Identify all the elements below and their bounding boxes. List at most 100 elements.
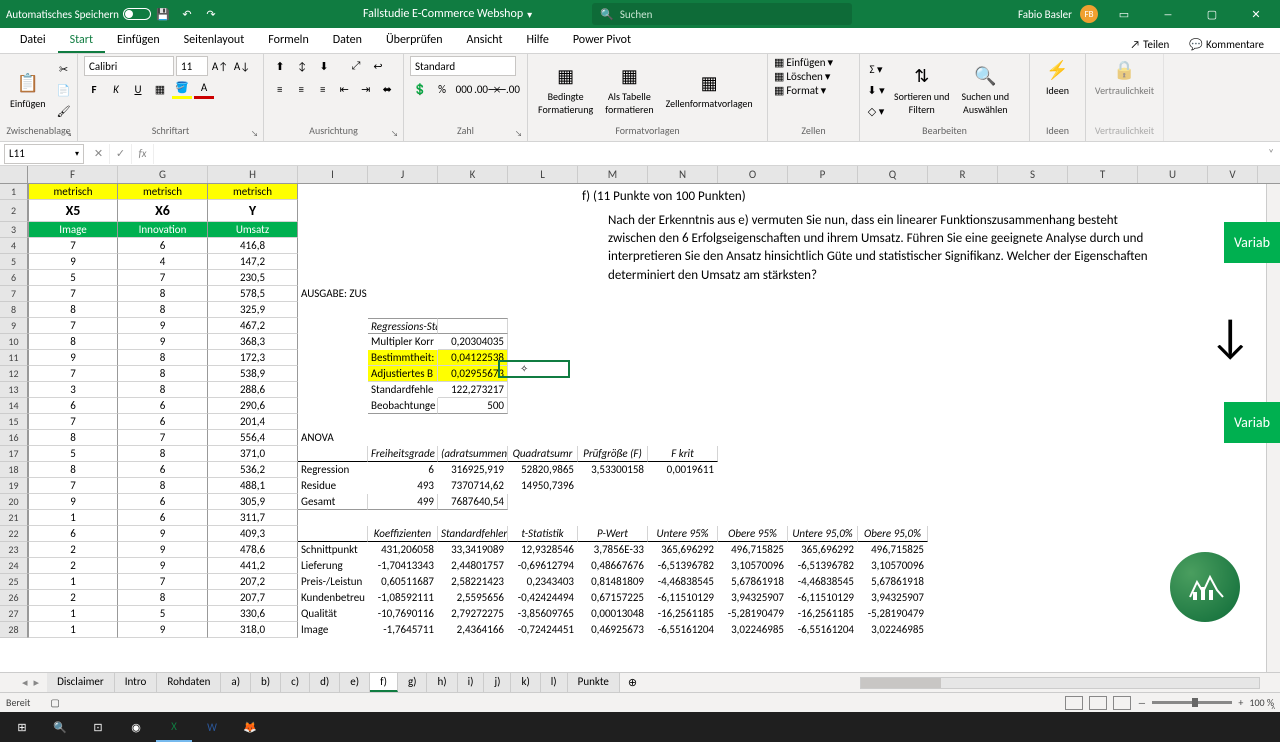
cell[interactable]: -1,70413343 <box>368 558 438 574</box>
cell[interactable]: Standardfehler <box>438 526 508 542</box>
cell[interactable] <box>718 446 788 462</box>
cell[interactable] <box>648 414 718 430</box>
cell[interactable] <box>998 334 1068 350</box>
cell[interactable]: 9 <box>118 526 208 542</box>
cell[interactable]: 2 <box>28 558 118 574</box>
cell[interactable]: Obere 95,0% <box>858 526 928 542</box>
cell[interactable] <box>648 350 718 366</box>
user-avatar[interactable]: FB <box>1080 5 1098 23</box>
cell[interactable] <box>1138 494 1208 510</box>
cell[interactable]: 12,9328546 <box>508 542 578 558</box>
cell[interactable] <box>578 350 648 366</box>
cell[interactable]: Untere 95% <box>648 526 718 542</box>
cell[interactable]: 493 <box>368 478 438 494</box>
cell[interactable]: 9 <box>118 558 208 574</box>
cell[interactable] <box>928 414 998 430</box>
cell[interactable]: 500 <box>438 398 508 414</box>
cell[interactable]: 8 <box>118 382 208 398</box>
cell[interactable]: AUSGABE: ZUSAMMENFASSUNG <box>298 286 368 302</box>
cell[interactable]: -0,69612794 <box>508 558 578 574</box>
cell[interactable] <box>788 302 858 318</box>
cell[interactable]: 0,46925673 <box>578 622 648 638</box>
cell[interactable] <box>718 286 788 302</box>
cell[interactable] <box>858 184 928 200</box>
cell[interactable] <box>928 398 998 414</box>
user-name[interactable]: Fabio Basler <box>1018 8 1072 21</box>
row-header[interactable]: 23 <box>0 542 28 558</box>
cell[interactable]: Obere 95% <box>718 526 788 542</box>
cell[interactable] <box>508 318 578 334</box>
cell[interactable] <box>508 414 578 430</box>
cell[interactable]: 6 <box>368 462 438 478</box>
cell[interactable] <box>1138 526 1208 542</box>
cell[interactable] <box>998 558 1068 574</box>
zoom-out-button[interactable]: ― <box>1137 696 1146 709</box>
cell[interactable]: 288,6 <box>208 382 298 398</box>
cell[interactable] <box>928 542 998 558</box>
cell[interactable]: -5,28190479 <box>718 606 788 622</box>
cell[interactable] <box>1068 622 1138 638</box>
name-box[interactable]: L11▾ <box>4 144 84 164</box>
italic-button[interactable]: K <box>106 79 126 99</box>
cell[interactable] <box>508 222 578 238</box>
cell[interactable] <box>928 366 998 382</box>
column-header[interactable]: F <box>28 166 118 183</box>
cell[interactable]: Standardfehle <box>368 382 438 398</box>
cell[interactable]: 7370714,62 <box>438 478 508 494</box>
cell[interactable]: 3,94325907 <box>858 590 928 606</box>
cell[interactable]: 147,2 <box>208 254 298 270</box>
cell[interactable] <box>578 382 648 398</box>
cell[interactable] <box>578 318 648 334</box>
cell[interactable] <box>1208 622 1258 638</box>
cell[interactable] <box>298 254 368 270</box>
cell[interactable] <box>1068 184 1138 200</box>
sheet-nav-first[interactable]: ◂ <box>20 676 30 689</box>
cell[interactable] <box>998 446 1068 462</box>
cell[interactable] <box>1068 334 1138 350</box>
ribbon-tab-ansicht[interactable]: Ansicht <box>455 29 515 53</box>
cell[interactable] <box>508 184 578 200</box>
column-header[interactable]: U <box>1138 166 1208 183</box>
cell[interactable] <box>998 414 1068 430</box>
cell[interactable] <box>508 302 578 318</box>
format-painter-icon[interactable]: 🖌 <box>54 101 74 121</box>
firefox-taskbar-icon[interactable]: 🦊 <box>232 712 268 742</box>
cell[interactable] <box>368 184 438 200</box>
cell[interactable] <box>1068 430 1138 446</box>
cell[interactable] <box>298 270 368 286</box>
cell[interactable]: 478,6 <box>208 542 298 558</box>
cell[interactable]: 6 <box>28 526 118 542</box>
cell[interactable] <box>718 414 788 430</box>
enter-formula-icon[interactable]: ✓ <box>110 144 132 164</box>
cell[interactable] <box>998 366 1068 382</box>
cell[interactable] <box>998 494 1068 510</box>
cell[interactable]: 7 <box>28 318 118 334</box>
cell[interactable] <box>648 366 718 382</box>
cell[interactable] <box>928 286 998 302</box>
cell[interactable]: 201,4 <box>208 414 298 430</box>
cell[interactable]: 207,2 <box>208 574 298 590</box>
cell[interactable] <box>508 366 578 382</box>
row-header[interactable]: 11 <box>0 350 28 366</box>
cell[interactable] <box>788 334 858 350</box>
column-header[interactable]: S <box>998 166 1068 183</box>
cell[interactable]: 0,48667676 <box>578 558 648 574</box>
sheet-tab[interactable]: h) <box>427 673 457 692</box>
collapse-ribbon-icon[interactable]: ˄ <box>1271 703 1276 716</box>
cell[interactable] <box>438 254 508 270</box>
cell[interactable] <box>438 510 508 526</box>
cell[interactable]: 8 <box>118 446 208 462</box>
row-header[interactable]: 10 <box>0 334 28 350</box>
cell[interactable]: Kundenbetreu <box>298 590 368 606</box>
search-taskbar-icon[interactable]: 🔍 <box>42 712 78 742</box>
cell[interactable]: 7 <box>28 414 118 430</box>
cell[interactable] <box>788 494 858 510</box>
cell[interactable]: 5,67861918 <box>718 574 788 590</box>
row-header[interactable]: 22 <box>0 526 28 542</box>
cell[interactable] <box>1068 510 1138 526</box>
row-header[interactable]: 25 <box>0 574 28 590</box>
cell[interactable] <box>298 184 368 200</box>
cell[interactable] <box>788 350 858 366</box>
cell[interactable] <box>298 366 368 382</box>
cell[interactable] <box>1208 446 1258 462</box>
